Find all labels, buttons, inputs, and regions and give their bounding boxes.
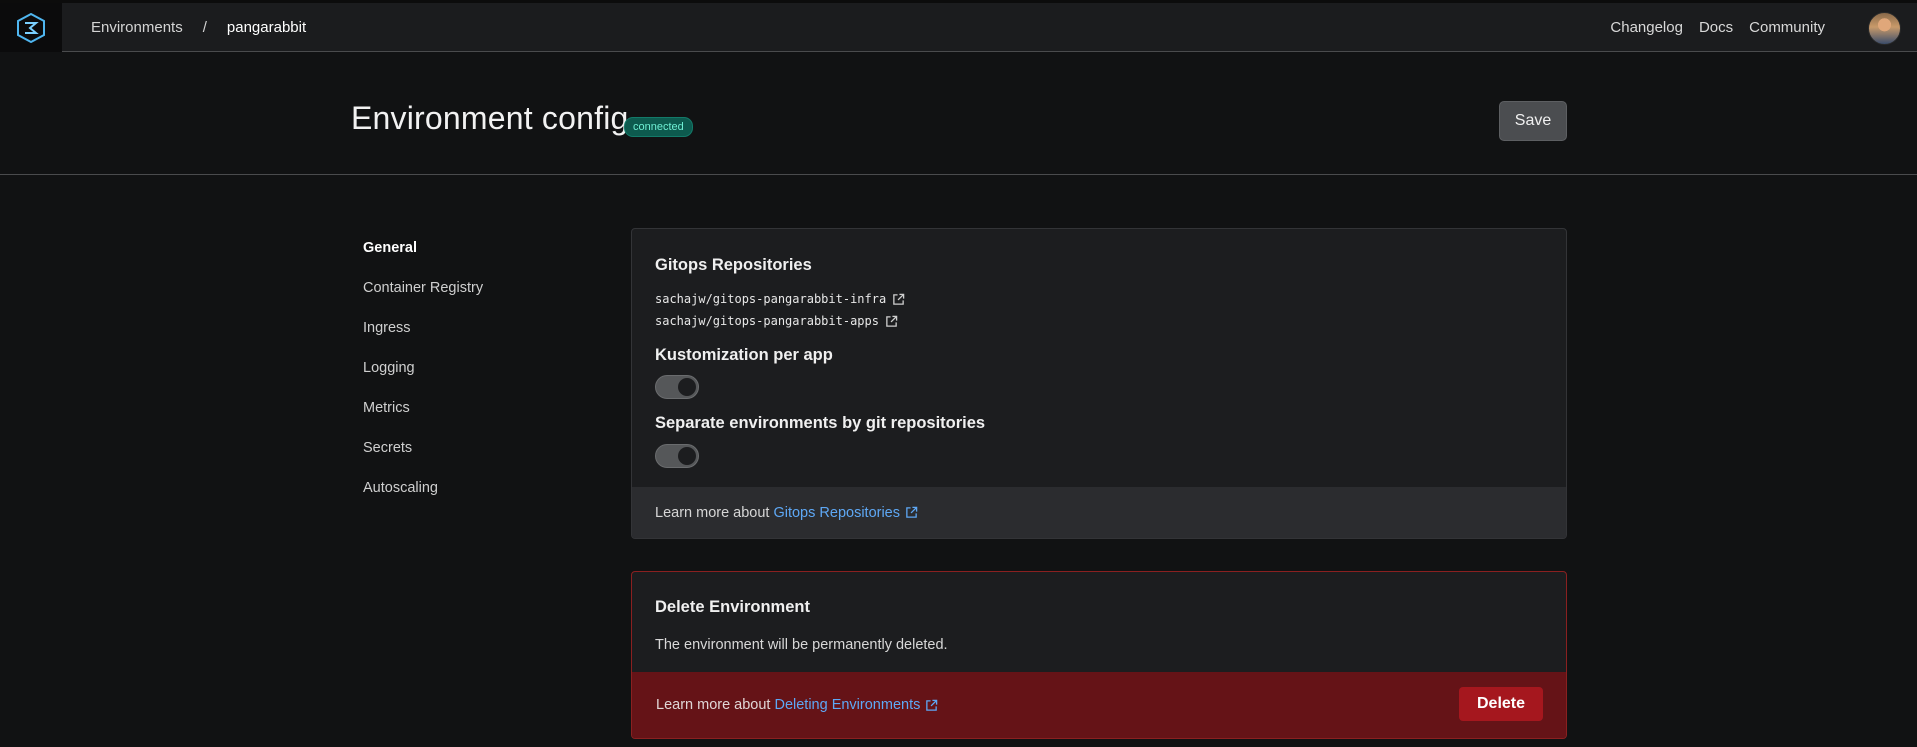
settings-sidebar: General Container Registry Ingress Loggi…	[363, 237, 483, 517]
gitops-title: Gitops Repositories	[655, 256, 812, 274]
toggle-knob	[678, 378, 696, 396]
learn-more-text: Learn more about	[656, 697, 771, 713]
sidebar-item-container-registry[interactable]: Container Registry	[363, 277, 483, 317]
sidebar-item-metrics[interactable]: Metrics	[363, 397, 483, 437]
top-nav: Environments / pangarabbit Changelog Doc…	[0, 0, 1917, 52]
breadcrumb-environments[interactable]: Environments	[91, 19, 183, 36]
sidebar-item-autoscaling[interactable]: Autoscaling	[363, 477, 483, 517]
save-button[interactable]: Save	[1499, 101, 1567, 141]
external-link-icon	[893, 293, 905, 305]
delete-title: Delete Environment	[655, 598, 810, 616]
changelog-link[interactable]: Changelog	[1610, 19, 1683, 36]
breadcrumb-current[interactable]: pangarabbit	[227, 19, 306, 36]
kustomization-toggle[interactable]	[655, 375, 699, 399]
app-logo-icon	[17, 12, 45, 43]
kustomization-title: Kustomization per app	[655, 346, 833, 364]
breadcrumb-separator: /	[202, 19, 207, 36]
external-link-icon	[906, 506, 918, 518]
breadcrumb: Environments / pangarabbit	[91, 3, 306, 52]
sidebar-item-general[interactable]: General	[363, 237, 483, 277]
deleting-docs-link[interactable]: Deleting Environments	[774, 697, 938, 713]
sidebar-item-logging[interactable]: Logging	[363, 357, 483, 397]
page-header: Environment config connected Save	[0, 52, 1917, 175]
external-link-icon	[926, 699, 938, 711]
delete-footer: Learn more about Deleting Environments D…	[632, 672, 1566, 738]
community-link[interactable]: Community	[1749, 19, 1825, 36]
page-title: Environment config	[351, 100, 629, 136]
sidebar-item-ingress[interactable]: Ingress	[363, 317, 483, 357]
repo-name: sachajw/gitops-pangarabbit-infra	[655, 292, 887, 306]
status-badge: connected	[624, 117, 693, 137]
learn-more-text: Learn more about	[655, 504, 770, 521]
docs-link[interactable]: Docs	[1699, 19, 1733, 36]
separate-envs-toggle[interactable]	[655, 444, 699, 468]
repo-link-apps[interactable]: sachajw/gitops-pangarabbit-apps	[655, 314, 898, 328]
gitops-docs-link[interactable]: Gitops Repositories	[773, 505, 918, 521]
repo-link-infra[interactable]: sachajw/gitops-pangarabbit-infra	[655, 292, 905, 306]
delete-description: The environment will be permanently dele…	[655, 637, 948, 653]
toggle-knob	[678, 447, 696, 465]
gitops-card: Gitops Repositories sachajw/gitops-panga…	[631, 228, 1567, 539]
separate-envs-title: Separate environments by git repositorie…	[655, 414, 986, 432]
gitops-learn-more: Learn more about Gitops Repositories	[632, 487, 1566, 538]
top-links: Changelog Docs Community	[1594, 3, 1825, 52]
delete-environment-card: Delete Environment The environment will …	[631, 571, 1567, 739]
sidebar-item-secrets[interactable]: Secrets	[363, 437, 483, 477]
link-label: Gitops Repositories	[773, 504, 900, 521]
avatar[interactable]	[1868, 12, 1901, 45]
link-label: Deleting Environments	[774, 697, 921, 713]
repo-name: sachajw/gitops-pangarabbit-apps	[655, 314, 879, 328]
external-link-icon	[886, 315, 898, 327]
logo[interactable]	[0, 3, 62, 52]
delete-button[interactable]: Delete	[1459, 687, 1543, 721]
